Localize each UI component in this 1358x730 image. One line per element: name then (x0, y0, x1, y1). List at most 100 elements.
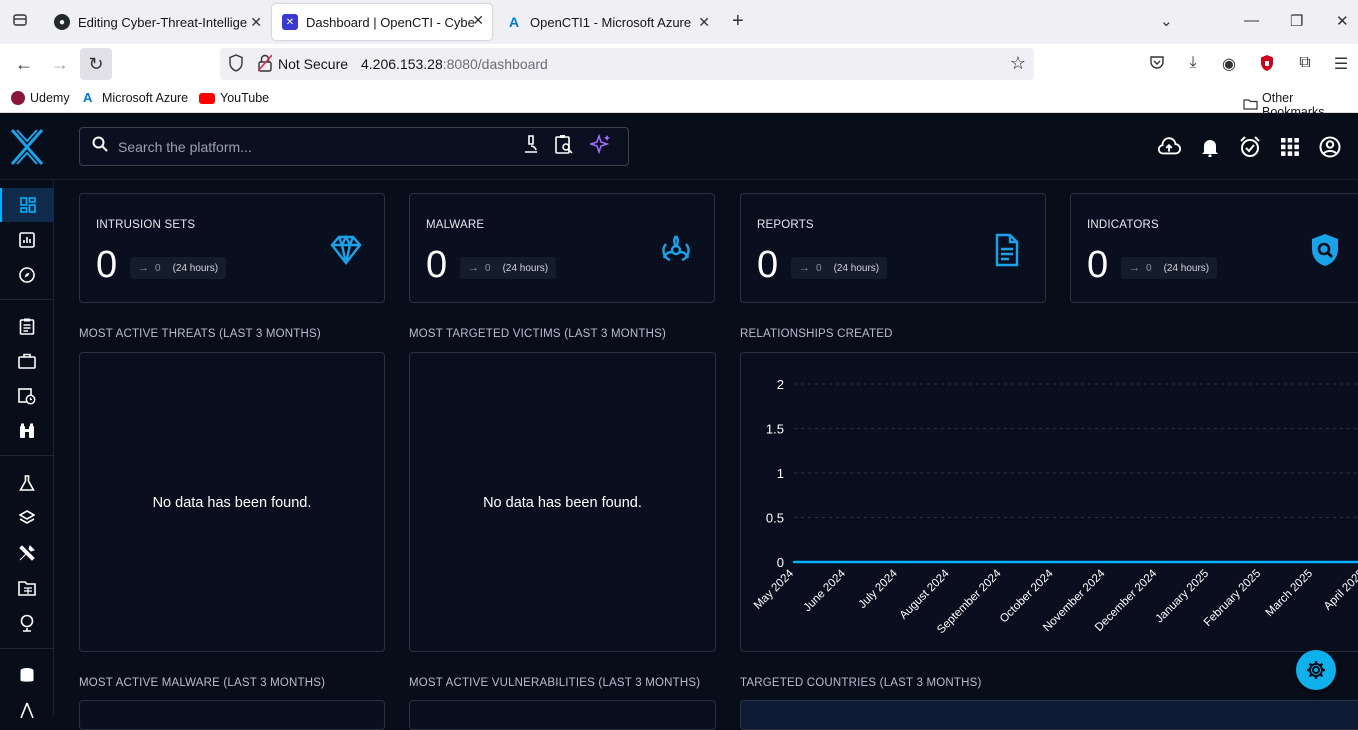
panel-targeted-countries-map (740, 700, 1358, 730)
pocket-icon[interactable] (1146, 54, 1168, 74)
menu-icon[interactable]: ☰ (1330, 54, 1352, 74)
search-bar[interactable]: Search the platform... (79, 127, 629, 166)
ai-sparkle-icon[interactable] (588, 133, 612, 160)
section-title-malware: MOST ACTIVE MALWARE (LAST 3 MONTHS) (79, 677, 326, 689)
bookmark-azure[interactable]: A Microsoft Azure (83, 91, 188, 106)
diff-period: (24 hours) (172, 262, 219, 274)
tab-opencti[interactable]: ✕ Dashboard | OpenCTI - Cyber Th ✕ (272, 4, 492, 40)
sidebar-item-techniques[interactable] (0, 536, 54, 570)
card-reports[interactable]: REPORTS 0 → 0 (24 hours) (740, 193, 1046, 303)
tab-list-icon[interactable] (12, 12, 28, 32)
data-point (948, 560, 951, 564)
card-label: REPORTS (757, 219, 814, 231)
reload-button[interactable]: ↻ (80, 48, 112, 80)
forward-button[interactable]: → (49, 54, 71, 75)
sidebar-item-data[interactable] (0, 658, 54, 692)
ublock-icon[interactable] (1256, 54, 1278, 77)
sidebar-item-locations[interactable] (0, 606, 54, 640)
tab-azure[interactable]: A OpenCTI1 - Microsoft Azure ✕ (496, 0, 718, 44)
gear-icon (1307, 661, 1325, 679)
user-account-icon[interactable] (1318, 135, 1342, 159)
restore-button[interactable]: ❐ (1290, 12, 1303, 30)
sidebar-item-arsenal[interactable] (0, 501, 54, 535)
search-input[interactable]: Search the platform... (118, 139, 522, 155)
arrow-right-icon: → (1129, 262, 1140, 274)
upload-cloud-icon[interactable] (1157, 135, 1181, 159)
card-label: INDICATORS (1087, 219, 1159, 231)
x-tick-label: May 2024 (752, 567, 797, 612)
account-icon[interactable]: ◉ (1218, 54, 1240, 74)
tab-github[interactable]: ● Editing Cyber-Threat-Intelligenc ✕ (44, 0, 270, 44)
card-malware[interactable]: MALWARE 0 → 0 (24 hours) (409, 193, 715, 303)
section-title-victims: MOST TARGETED VICTIMS (LAST 3 MONTHS) (409, 328, 667, 340)
close-tab-icon[interactable]: ✕ (698, 14, 710, 31)
close-window-button[interactable]: ✕ (1336, 12, 1349, 30)
panel-active-vulnerabilities (409, 700, 716, 730)
tab-title: Editing Cyber-Threat-Intelligenc (78, 14, 248, 30)
sidebar-item-settings[interactable] (0, 693, 54, 727)
diff-period: (24 hours) (833, 262, 880, 274)
url-text[interactable]: 4.206.153.28:8080/dashboard (361, 56, 548, 72)
minimize-button[interactable]: — (1244, 12, 1259, 29)
clipboard-search-icon[interactable] (554, 134, 574, 159)
panel-relationships-chart: 2 1.5 1 0.5 0 May 2024 June 2024 July 2024 Augus… (740, 352, 1358, 652)
y-tick-label: 2 (777, 377, 784, 392)
card-value: 0 (96, 244, 118, 286)
card-intrusion-sets[interactable]: INTRUSION SETS 0 → 0 (24 hours) (79, 193, 385, 303)
diff-value: 0 (485, 262, 491, 274)
opencti-logo[interactable] (0, 113, 54, 180)
y-tick-label: 1 (777, 466, 784, 481)
biohazard-icon (658, 232, 694, 268)
download-icon[interactable]: ⤓ (1182, 54, 1204, 72)
card-diff: → 0 (24 hours) (460, 257, 557, 279)
x-tick-label: October 2024 (998, 567, 1056, 625)
extensions-icon[interactable]: ⧉ (1294, 54, 1316, 72)
x-tick-label: August 2024 (898, 567, 953, 622)
card-indicators[interactable]: INDICATORS 0 → 0 (24 hours) (1070, 193, 1358, 303)
x-tick-label: February 2025 (1202, 568, 1263, 629)
url-bar[interactable]: Not Secure 4.206.153.28:8080/dashboard ☆ (220, 48, 1034, 80)
y-tick-label: 1.5 (766, 422, 784, 437)
briefcase-icon (18, 353, 36, 369)
sidebar-item-entities[interactable] (0, 571, 54, 605)
card-diff: → 0 (24 hours) (791, 257, 888, 279)
section-title-threats: MOST ACTIVE THREATS (LAST 3 MONTHS) (79, 328, 321, 340)
sidebar-item-threats[interactable] (0, 466, 54, 500)
diff-period: (24 hours) (502, 262, 549, 274)
microscope-icon[interactable] (522, 134, 540, 159)
close-tab-icon[interactable]: ✕ (472, 12, 484, 29)
sidebar-item-cases[interactable] (0, 344, 54, 378)
back-button[interactable]: ← (13, 54, 35, 75)
chevron-down-icon[interactable]: ⌄ (1160, 12, 1173, 30)
data-point (1208, 560, 1211, 564)
x-tick-label: July 2024 (857, 567, 901, 611)
sidebar-item-events[interactable] (0, 379, 54, 413)
x-tick-label: June 2024 (802, 567, 849, 614)
sidebar-item-reports[interactable] (0, 309, 54, 343)
x-tick-label: January 2025 (1154, 568, 1212, 626)
youtube-icon (199, 92, 215, 104)
security-label[interactable]: Not Secure (278, 56, 348, 72)
sidebar-item-dashboard[interactable] (0, 188, 54, 222)
apps-grid-icon[interactable] (1278, 135, 1302, 159)
sidebar-item-analyses[interactable] (0, 223, 54, 257)
bookmark-star-icon[interactable]: ☆ (1010, 53, 1026, 74)
data-point (1311, 560, 1315, 564)
browser-nav-bar: ← → ↻ Not Secure 4.206.153.28:8080/dashb… (0, 44, 1358, 86)
shield-icon[interactable] (228, 54, 244, 75)
card-value: 0 (1087, 244, 1109, 286)
folder-icon (1243, 98, 1258, 113)
sidebar-item-observations[interactable] (0, 414, 54, 448)
settings-fab-button[interactable] (1296, 650, 1336, 690)
lock-insecure-icon[interactable] (257, 54, 273, 75)
bookmark-udemy[interactable]: Udemy (11, 91, 70, 105)
no-data-message: No data has been found. (483, 495, 642, 511)
dashboard-icon (20, 197, 36, 213)
alarm-clock-icon[interactable] (1238, 135, 1262, 159)
bell-icon[interactable] (1198, 135, 1222, 159)
udemy-icon (11, 91, 25, 105)
close-tab-icon[interactable]: ✕ (250, 14, 262, 31)
new-tab-button[interactable]: + (732, 10, 744, 33)
bookmark-youtube[interactable]: YouTube (199, 91, 269, 105)
sidebar-item-explore[interactable] (0, 258, 54, 292)
